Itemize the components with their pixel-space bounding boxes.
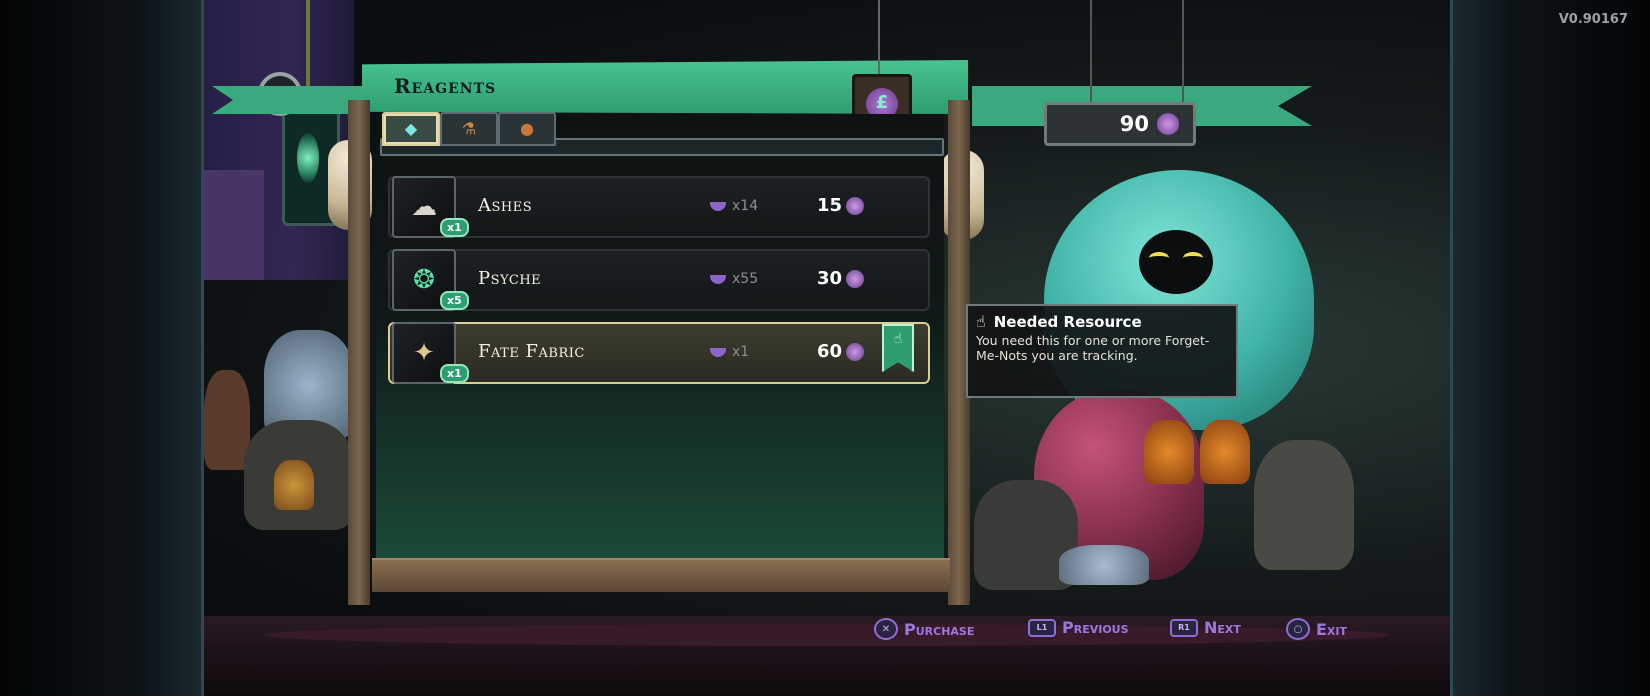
left-post bbox=[348, 100, 370, 605]
moon-coin-icon bbox=[1157, 113, 1179, 135]
stone-pile-right bbox=[1059, 545, 1149, 585]
button-prompts: ✕ Purchase L1 Previous R1 Next ○ Exit bbox=[0, 618, 1650, 642]
currency-display: 90 bbox=[1044, 102, 1196, 146]
owned-count-value: x1 bbox=[732, 344, 750, 360]
shopkeeper-face bbox=[1139, 230, 1213, 294]
left-frame bbox=[0, 0, 204, 696]
owned-count-value: x14 bbox=[732, 198, 759, 214]
item-price: 15 bbox=[817, 195, 865, 216]
item-price: 30 bbox=[817, 268, 865, 289]
item-name: Psyche bbox=[478, 268, 542, 289]
pointing-hand-icon: ☝ bbox=[976, 312, 986, 331]
l1-button-icon: L1 bbox=[1028, 618, 1056, 637]
purchase-button[interactable]: ✕ Purchase bbox=[874, 618, 974, 640]
r1-button-icon: R1 bbox=[1170, 618, 1198, 637]
item-row-ashes[interactable]: ☁ x1 Ashes x14 15 bbox=[388, 176, 930, 238]
tab-gems[interactable]: ◆ bbox=[382, 112, 440, 146]
curtain-drape bbox=[204, 170, 264, 280]
owned-count-value: x55 bbox=[732, 271, 759, 287]
needed-resource-tooltip: ☝ Needed Resource You need this for one … bbox=[966, 304, 1238, 398]
gem-icon: ◆ bbox=[404, 119, 418, 138]
bottle-icon: ⚗ bbox=[461, 119, 477, 138]
right-frame bbox=[1450, 0, 1650, 696]
previous-button[interactable]: L1 Previous bbox=[1028, 618, 1129, 637]
item-price: 60 bbox=[817, 341, 865, 362]
bag-icon: ● bbox=[520, 119, 534, 138]
item-price-value: 60 bbox=[817, 341, 843, 362]
item-bundle-qty: x1 bbox=[440, 218, 469, 237]
shelf-bar bbox=[372, 558, 950, 592]
sign-string bbox=[878, 0, 880, 74]
next-label: Next bbox=[1204, 618, 1241, 637]
owned-count: x14 bbox=[710, 198, 758, 214]
tooltip-title-text: Needed Resource bbox=[993, 312, 1142, 331]
clay-jar bbox=[204, 370, 250, 470]
lantern-chain bbox=[306, 0, 310, 100]
moon-coin-icon bbox=[846, 269, 865, 288]
bowl-icon bbox=[710, 201, 726, 211]
circle-button-icon: ○ bbox=[1286, 618, 1310, 640]
tall-jar bbox=[1254, 440, 1354, 570]
owned-count: x1 bbox=[710, 344, 749, 360]
owned-count: x55 bbox=[710, 271, 758, 287]
bowl-icon bbox=[710, 347, 726, 357]
item-price-value: 30 bbox=[817, 268, 843, 289]
item-row-psyche[interactable]: ❂ x5 Psyche x55 30 bbox=[388, 249, 930, 311]
exit-label: Exit bbox=[1316, 619, 1348, 639]
moon-coin-icon bbox=[846, 196, 865, 215]
version-label: V0.90167 bbox=[1558, 12, 1628, 27]
orange-potion-2 bbox=[1200, 420, 1250, 484]
bowl-icon bbox=[710, 274, 726, 284]
tooltip-title: ☝ Needed Resource bbox=[976, 312, 1228, 331]
tab-bags[interactable]: ● bbox=[498, 112, 556, 146]
previous-label: Previous bbox=[1062, 618, 1129, 637]
item-bundle-qty: x5 bbox=[440, 291, 469, 310]
banner-left-tail bbox=[212, 86, 362, 114]
tab-bottles[interactable]: ⚗ bbox=[440, 112, 498, 146]
left-eye bbox=[1149, 252, 1169, 264]
purchase-label: Purchase bbox=[904, 619, 975, 639]
tooltip-body: You need this for one or more Forget-Me-… bbox=[976, 333, 1210, 363]
item-bundle-qty: x1 bbox=[440, 364, 469, 383]
currency-string bbox=[1090, 0, 1092, 102]
cross-button-icon: ✕ bbox=[874, 618, 898, 640]
item-name: Ashes bbox=[478, 195, 533, 216]
currency-value: 90 bbox=[1119, 112, 1149, 136]
exit-button[interactable]: ○ Exit bbox=[1286, 618, 1347, 640]
moon-coin-icon bbox=[846, 342, 865, 361]
shop-title: Reagents bbox=[394, 74, 497, 98]
next-button[interactable]: R1 Next bbox=[1170, 618, 1241, 637]
item-price-value: 15 bbox=[817, 195, 843, 216]
orange-potion-1 bbox=[1144, 420, 1194, 484]
currency-string bbox=[1182, 0, 1184, 102]
item-name: Fate Fabric bbox=[478, 341, 585, 362]
tracked-bookmark-icon: ☝ bbox=[882, 324, 914, 372]
potion-bottle bbox=[274, 460, 314, 510]
item-row-fate-fabric[interactable]: ✦ x1 Fate Fabric x1 60 ☝ bbox=[388, 322, 930, 384]
right-eye bbox=[1183, 252, 1203, 264]
